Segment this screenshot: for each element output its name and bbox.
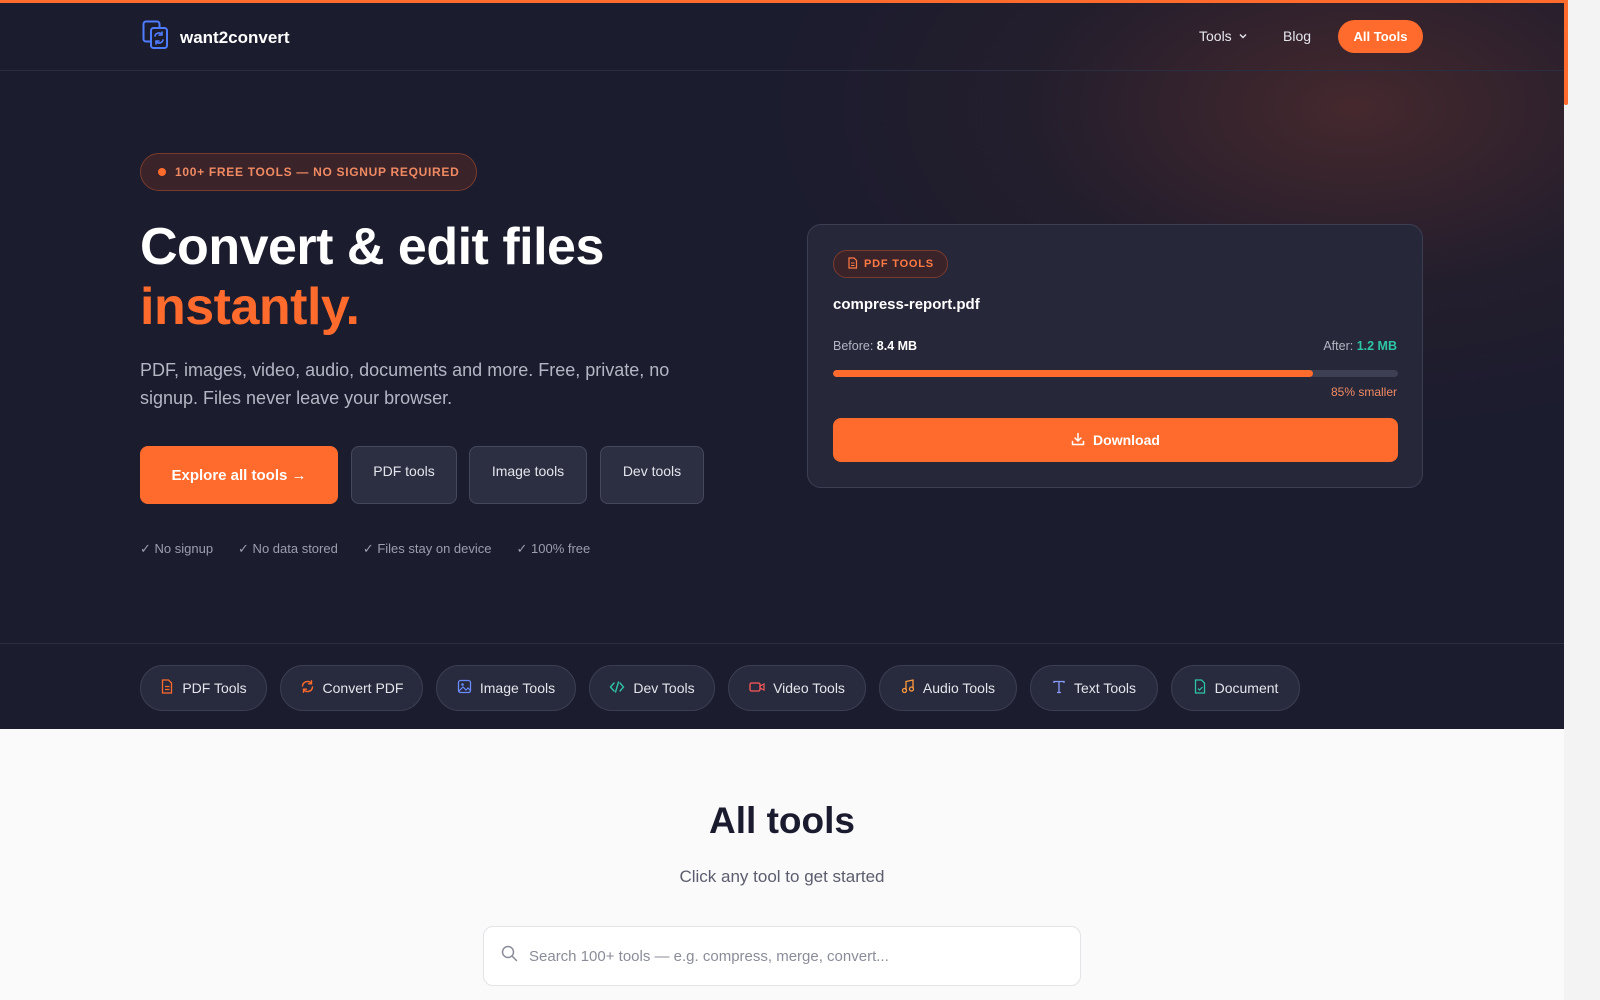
hero-badge: 100+ FREE TOOLS — NO SIGNUP REQUIRED	[140, 153, 478, 191]
document-icon	[1193, 679, 1207, 697]
category-text-tools[interactable]: Text Tools	[1030, 665, 1158, 711]
category-audio-tools[interactable]: Audio Tools	[879, 665, 1017, 711]
card-before-size: Before: 8.4 MB	[833, 339, 917, 353]
check-item: ✓ No signup	[140, 541, 214, 556]
compression-progress-bar	[833, 370, 1398, 377]
compression-progress-fill	[833, 370, 1314, 377]
category-pdf-tools[interactable]: PDF Tools	[140, 665, 267, 711]
logo-icon	[142, 20, 170, 55]
scrollbar-track[interactable]	[1564, 0, 1600, 1000]
nav-tools-label: Tools	[1199, 28, 1232, 44]
tool-search-box[interactable]	[483, 926, 1081, 986]
all-tools-subtitle: Click any tool to get started	[679, 867, 885, 886]
card-tag-label: PDF TOOLS	[864, 258, 934, 270]
card-percent-label: 85% smaller	[1330, 385, 1397, 399]
site-header: want2convert Tools Blog All Tools	[0, 3, 1564, 71]
compress-demo-card: PDF TOOLS compress-report.pdf Before: 8.…	[807, 224, 1423, 488]
category-label: Text Tools	[1074, 680, 1136, 696]
file-icon	[847, 256, 858, 272]
check-item: ✓ 100% free	[516, 541, 591, 556]
category-label: Convert PDF	[322, 680, 404, 696]
hero-section: want2convert Tools Blog All Tools 100+ F…	[0, 3, 1564, 729]
category-label: Video Tools	[773, 680, 845, 696]
category-label: Document	[1214, 680, 1279, 696]
category-image-tools[interactable]: Image Tools	[436, 665, 576, 711]
hero-title-line1: Convert & edit files	[140, 218, 604, 276]
category-video-tools[interactable]: Video Tools	[728, 665, 866, 711]
check-item: ✓ Files stay on device	[362, 541, 492, 556]
scrollbar-thumb[interactable]	[1564, 0, 1568, 105]
file-icon	[160, 679, 174, 697]
download-button[interactable]: Download	[833, 418, 1398, 462]
video-icon	[749, 680, 765, 696]
dev-tools-button[interactable]: Dev tools	[600, 446, 704, 504]
card-filename: compress-report.pdf	[833, 296, 980, 313]
card-tag: PDF TOOLS	[833, 250, 948, 278]
feature-checks: ✓ No signup ✓ No data stored ✓ Files sta…	[140, 541, 590, 557]
text-icon	[1052, 680, 1066, 697]
category-document[interactable]: Document	[1171, 665, 1300, 711]
category-dev-tools[interactable]: Dev Tools	[589, 665, 715, 711]
tool-search-input[interactable]	[529, 947, 1049, 965]
card-after-size: After: 1.2 MB	[1323, 339, 1397, 353]
hero-subtitle: PDF, images, video, audio, documents and…	[140, 360, 670, 408]
before-label: Before:	[833, 339, 874, 353]
before-value: 8.4 MB	[876, 339, 918, 353]
download-label: Download	[1093, 432, 1160, 448]
category-label: Audio Tools	[922, 680, 996, 696]
category-label: Dev Tools	[633, 680, 695, 696]
category-label: Image Tools	[479, 680, 556, 696]
badge-dot-icon	[158, 168, 166, 176]
explore-all-tools-button[interactable]: Explore all tools →	[140, 446, 338, 504]
category-convert-pdf[interactable]: Convert PDF	[280, 665, 423, 711]
hero-badge-text: 100+ FREE TOOLS — NO SIGNUP REQUIRED	[175, 165, 460, 179]
download-icon	[1071, 432, 1085, 449]
site-logo[interactable]: want2convert	[142, 20, 290, 55]
chevron-down-icon	[1238, 28, 1248, 44]
search-icon	[501, 945, 518, 967]
after-value: 1.2 MB	[1356, 339, 1397, 353]
all-tools-title: All tools	[709, 800, 855, 841]
nav-blog-link[interactable]: Blog	[1283, 28, 1311, 44]
image-icon	[457, 679, 472, 697]
after-label: After:	[1323, 339, 1354, 353]
nav-tools-dropdown[interactable]: Tools	[1199, 28, 1248, 44]
image-tools-button[interactable]: Image tools	[469, 446, 587, 504]
category-label: PDF Tools	[182, 680, 247, 696]
nav-all-tools-button[interactable]: All Tools	[1338, 20, 1423, 53]
logo-text: want2convert	[180, 27, 290, 47]
hero-title-line2: instantly.	[140, 278, 360, 336]
check-item: ✓ No data stored	[238, 541, 338, 556]
pdf-tools-button[interactable]: PDF tools	[351, 446, 457, 504]
category-bar: PDF Tools Convert PDF Image Tools Dev To…	[0, 643, 1564, 729]
code-icon	[609, 680, 625, 696]
refresh-icon	[300, 679, 315, 697]
music-icon	[901, 679, 915, 697]
